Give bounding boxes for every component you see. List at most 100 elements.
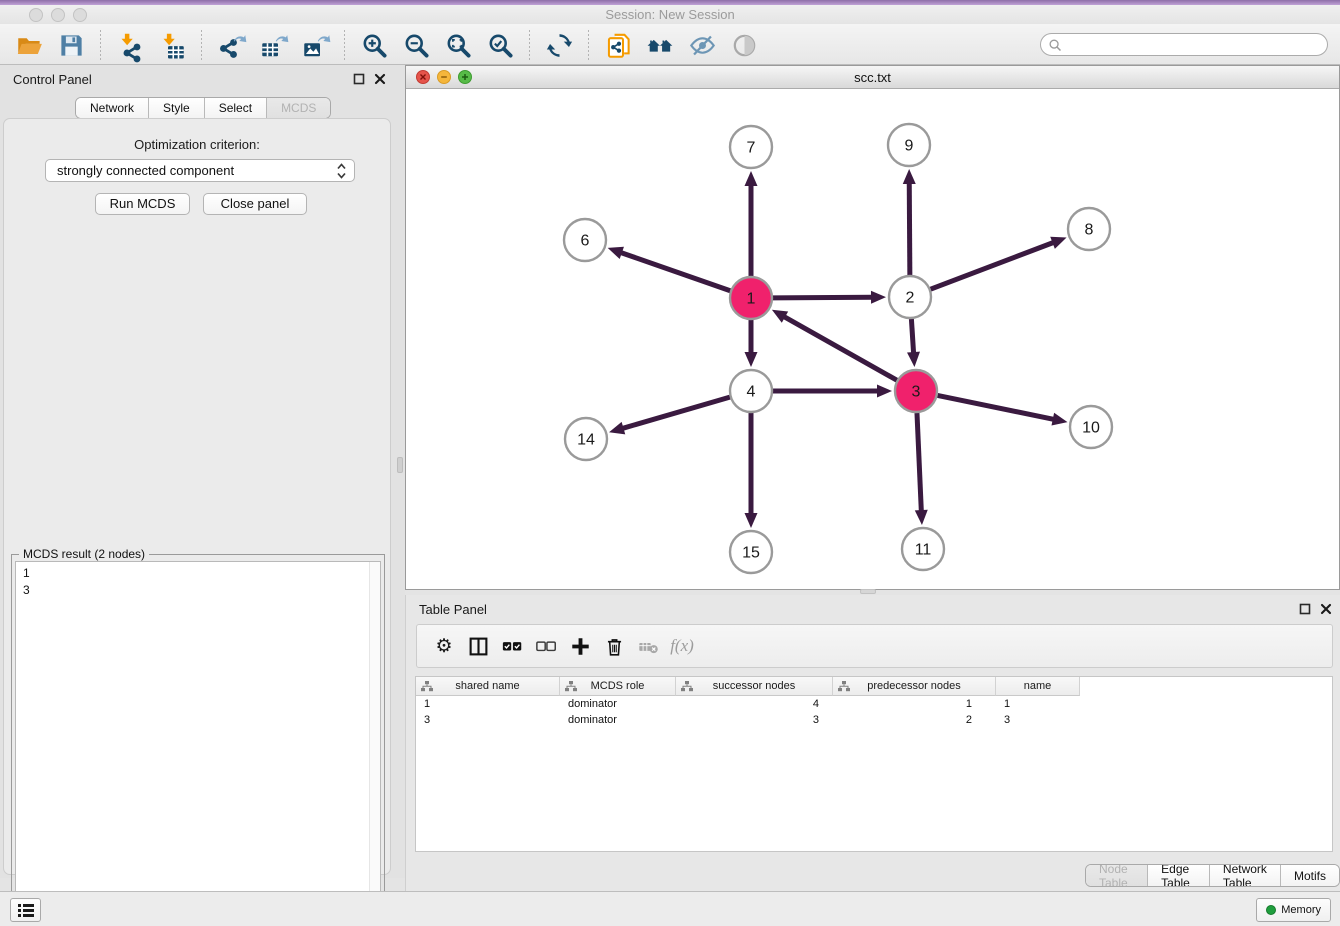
graph-node-9[interactable]: 9 bbox=[888, 124, 930, 166]
tab-label: Style bbox=[163, 101, 190, 115]
export-network-icon[interactable] bbox=[216, 30, 246, 60]
svg-text:1: 1 bbox=[747, 291, 756, 308]
graph-node-11[interactable]: 11 bbox=[902, 528, 944, 570]
tab-motifs[interactable]: Motifs bbox=[1281, 865, 1339, 886]
tab-edge-table[interactable]: Edge Table bbox=[1148, 865, 1210, 886]
zoom-in-icon[interactable] bbox=[359, 30, 389, 60]
graph-node-2[interactable]: 2 bbox=[889, 276, 931, 318]
column-header-predecessor-nodes[interactable]: predecessor nodes bbox=[833, 677, 996, 696]
table-cell[interactable]: 3 bbox=[676, 712, 833, 728]
function-builder-icon: f(x) bbox=[665, 631, 699, 661]
table-cell[interactable]: 1 bbox=[833, 696, 996, 712]
copy-network-icon[interactable] bbox=[603, 30, 633, 60]
zoom-out-icon[interactable] bbox=[401, 30, 431, 60]
svg-text:4: 4 bbox=[747, 384, 756, 401]
column-header-shared-name[interactable]: shared name bbox=[416, 677, 560, 696]
graph-node-4[interactable]: 4 bbox=[730, 370, 772, 412]
graph-node-14[interactable]: 14 bbox=[565, 418, 607, 460]
graph-node-8[interactable]: 8 bbox=[1068, 208, 1110, 250]
table-cell[interactable]: dominator bbox=[560, 712, 676, 728]
toolbar-separator bbox=[344, 30, 345, 60]
close-panel-icon[interactable] bbox=[373, 72, 386, 85]
import-table-icon[interactable] bbox=[157, 30, 187, 60]
horizontal-splitter-grip[interactable] bbox=[860, 589, 876, 594]
mcds-result-title: MCDS result (2 nodes) bbox=[19, 547, 149, 561]
tab-mcds[interactable]: MCDS bbox=[267, 98, 330, 118]
table-panel-title: Table Panel bbox=[419, 602, 487, 617]
select-all-icon[interactable] bbox=[495, 631, 529, 661]
svg-text:7: 7 bbox=[747, 140, 756, 157]
search-icon bbox=[1048, 38, 1063, 53]
memory-label: Memory bbox=[1281, 904, 1321, 916]
open-folder-icon[interactable] bbox=[14, 30, 44, 60]
export-image-icon[interactable] bbox=[300, 30, 330, 60]
import-network-icon[interactable] bbox=[115, 30, 145, 60]
eye-disabled-icon bbox=[729, 30, 759, 60]
svg-text:10: 10 bbox=[1082, 420, 1100, 437]
node-table[interactable]: shared name MCDS role successor nodesprede… bbox=[415, 676, 1333, 852]
deselect-all-icon[interactable] bbox=[529, 631, 563, 661]
control-panel-title: Control Panel bbox=[13, 72, 92, 87]
table-cell[interactable]: dominator bbox=[560, 696, 676, 712]
tab-style[interactable]: Style bbox=[149, 98, 205, 118]
close-panel-button[interactable]: Close panel bbox=[203, 193, 307, 215]
toolbar-separator bbox=[201, 30, 202, 60]
table-cell[interactable]: 1 bbox=[996, 696, 1080, 712]
split-pane-icon[interactable] bbox=[461, 631, 495, 661]
network-canvas[interactable]: 7 9 6 8 1 2 4 3 14 10 15 11 bbox=[406, 90, 1339, 589]
graph-node-15[interactable]: 15 bbox=[730, 531, 772, 573]
table-cell[interactable]: 4 bbox=[676, 696, 833, 712]
optimization-criterion-label: Optimization criterion: bbox=[4, 137, 390, 152]
network-window-titlebar[interactable]: scc.txt bbox=[406, 66, 1339, 89]
vertical-splitter-grip[interactable] bbox=[397, 457, 403, 473]
home-pair-icon[interactable] bbox=[645, 30, 675, 60]
column-header-MCDS-role[interactable]: MCDS role bbox=[560, 677, 676, 696]
mcds-panel: Optimization criterion: strongly connect… bbox=[3, 118, 391, 875]
gear-icon[interactable]: ⚙ bbox=[427, 631, 461, 661]
add-icon[interactable] bbox=[563, 631, 597, 661]
column-header-name[interactable]: name bbox=[996, 677, 1080, 696]
run-mcds-button[interactable]: Run MCDS bbox=[95, 193, 190, 215]
search-input[interactable] bbox=[1067, 35, 1317, 54]
tab-node-table[interactable]: Node Table bbox=[1086, 865, 1148, 886]
table-cell[interactable]: 3 bbox=[416, 712, 560, 728]
search-field[interactable] bbox=[1040, 33, 1328, 56]
trash-icon[interactable] bbox=[597, 631, 631, 661]
zoom-selected-icon[interactable] bbox=[485, 30, 515, 60]
toolbar-separator bbox=[588, 30, 589, 60]
table-cell[interactable]: 2 bbox=[833, 712, 996, 728]
graph-node-7[interactable]: 7 bbox=[730, 126, 772, 168]
graph-node-6[interactable]: 6 bbox=[564, 219, 606, 261]
column-label: MCDS role bbox=[591, 680, 645, 692]
graph-node-1[interactable]: 1 bbox=[730, 277, 772, 319]
column-header-successor-nodes[interactable]: successor nodes bbox=[676, 677, 833, 696]
toolbar-separator bbox=[529, 30, 530, 60]
refresh-icon[interactable] bbox=[544, 30, 574, 60]
mcds-result-values[interactable]: 1 3 bbox=[15, 561, 381, 918]
zoom-fit-icon[interactable] bbox=[443, 30, 473, 60]
task-history-button[interactable] bbox=[10, 898, 41, 922]
result-scrollbar[interactable] bbox=[369, 562, 380, 917]
export-table-icon[interactable] bbox=[258, 30, 288, 60]
table-row[interactable]: 3dominator323 bbox=[416, 712, 1080, 728]
table-row[interactable]: 1dominator411 bbox=[416, 696, 1080, 712]
table-cell[interactable]: 3 bbox=[996, 712, 1080, 728]
float-panel-icon[interactable] bbox=[352, 72, 365, 85]
network-title: scc.txt bbox=[406, 70, 1339, 85]
eye-slash-icon[interactable] bbox=[687, 30, 717, 60]
tab-label: Motifs bbox=[1294, 869, 1326, 883]
float-table-panel-icon[interactable] bbox=[1298, 602, 1311, 615]
save-icon[interactable] bbox=[56, 30, 86, 60]
graph-node-3[interactable]: 3 bbox=[895, 370, 937, 412]
tab-network[interactable]: Network bbox=[76, 98, 149, 118]
table-cell[interactable]: 1 bbox=[416, 696, 560, 712]
memory-button[interactable]: Memory bbox=[1256, 898, 1331, 922]
svg-text:14: 14 bbox=[577, 432, 595, 449]
main-toolbar bbox=[0, 24, 1340, 65]
svg-text:11: 11 bbox=[915, 542, 932, 559]
tab-network-table[interactable]: Network Table bbox=[1210, 865, 1281, 886]
graph-node-10[interactable]: 10 bbox=[1070, 406, 1112, 448]
tab-select[interactable]: Select bbox=[205, 98, 267, 118]
close-table-panel-icon[interactable] bbox=[1319, 602, 1332, 615]
criterion-dropdown[interactable]: strongly connected component bbox=[45, 159, 355, 182]
